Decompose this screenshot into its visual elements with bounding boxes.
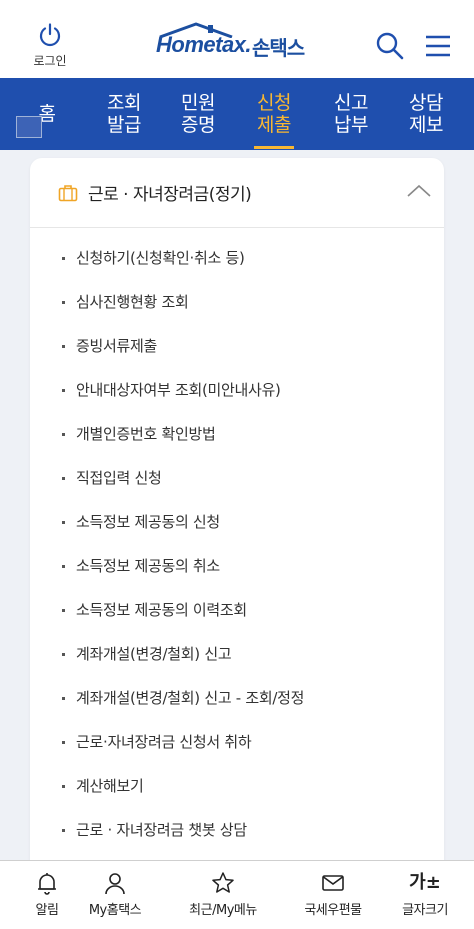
card-header-toggle[interactable]: 근로 · 자녀장려금(정기) (30, 158, 444, 228)
nav-item-report[interactable]: 신고 납부 (312, 78, 390, 150)
card-title: 근로 · 자녀장려금(정기) (88, 185, 252, 205)
mail-icon (322, 875, 344, 891)
menu-button[interactable] (422, 30, 454, 62)
list-item[interactable]: 심사진행현황 조회 (60, 280, 304, 324)
list-item[interactable]: 개별인증번호 확인방법 (60, 412, 304, 456)
list-item[interactable]: 직접입력 신청 (60, 456, 304, 500)
list-item[interactable]: 계좌개설(변경/철회) 신고 (60, 632, 304, 676)
main-nav: 홈 조회 발급 민원 증명 신청 제출 신고 납부 상담 제보 (0, 78, 474, 150)
nav-item-consult[interactable]: 상담 제보 (388, 78, 464, 150)
tab-recent-menu[interactable]: 최근/My메뉴 (176, 867, 270, 923)
logo-text-ko: 손택스 (252, 36, 305, 60)
tab-label: 최근/My메뉴 (189, 903, 257, 918)
search-icon (376, 32, 404, 60)
tab-my-hometax[interactable]: My홈택스 (68, 867, 162, 923)
list-item[interactable]: 안내대상자여부 조회(미안내사유) (60, 368, 304, 412)
list-item[interactable]: 신청하기(신청확인·취소 등) (60, 236, 304, 280)
tab-tax-mail[interactable]: 국세우편물 (286, 867, 380, 923)
card-menu-list: 신청하기(신청확인·취소 등) 심사진행현황 조회 증빙서류제출 안내대상자여부… (60, 236, 304, 852)
star-icon (212, 872, 234, 893)
tab-label: 국세우편물 (304, 903, 362, 918)
bottom-tab-bar: 알림 My홈택스 최근/My메뉴 국세우편물 가± 글자크기 (0, 860, 474, 929)
nav-item-apply[interactable]: 신청 제출 (236, 78, 312, 150)
menu-card: 근로 · 자녀장려금(정기) 신청하기(신청확인·취소 등) 심사진행현황 조회… (30, 158, 444, 878)
hamburger-icon (426, 35, 450, 57)
briefcase-icon (58, 185, 78, 202)
logo-text-en: Hometax. (156, 32, 252, 57)
app-header: 로그인 Hometax. 손택스 (0, 0, 474, 78)
chevron-up-icon (407, 184, 431, 197)
list-item[interactable]: 계좌개설(변경/철회) 신고 - 조회/정정 (60, 676, 304, 720)
nav-item-home[interactable]: 홈 (8, 78, 86, 150)
list-item[interactable]: 소득정보 제공동의 취소 (60, 544, 304, 588)
person-icon (105, 873, 125, 895)
search-button[interactable] (374, 30, 406, 62)
power-icon (39, 23, 61, 47)
bell-icon (38, 873, 56, 895)
tab-label: 글자크기 (402, 903, 448, 918)
hometax-logo[interactable]: Hometax. 손택스 (156, 22, 326, 68)
list-item[interactable]: 계산해보기 (60, 764, 304, 808)
list-item[interactable]: 소득정보 제공동의 이력조회 (60, 588, 304, 632)
login-label: 로그인 (33, 54, 67, 68)
font-size-icon: 가± (409, 872, 441, 893)
nav-item-inquiry[interactable]: 조회 발급 (86, 78, 162, 150)
list-item[interactable]: 근로·자녀장려금 신청서 취하 (60, 720, 304, 764)
active-tab-indicator (254, 146, 294, 149)
tab-font-size[interactable]: 가± 글자크기 (378, 867, 472, 923)
nav-item-civil[interactable]: 민원 증명 (160, 78, 236, 150)
list-item[interactable]: 근로 · 자녀장려금 챗봇 상담 (60, 808, 304, 852)
list-item[interactable]: 소득정보 제공동의 신청 (60, 500, 304, 544)
tab-label: My홈택스 (88, 903, 142, 918)
login-button[interactable]: 로그인 (22, 22, 78, 69)
stamp-icon (16, 116, 42, 138)
list-item[interactable]: 증빙서류제출 (60, 324, 304, 368)
